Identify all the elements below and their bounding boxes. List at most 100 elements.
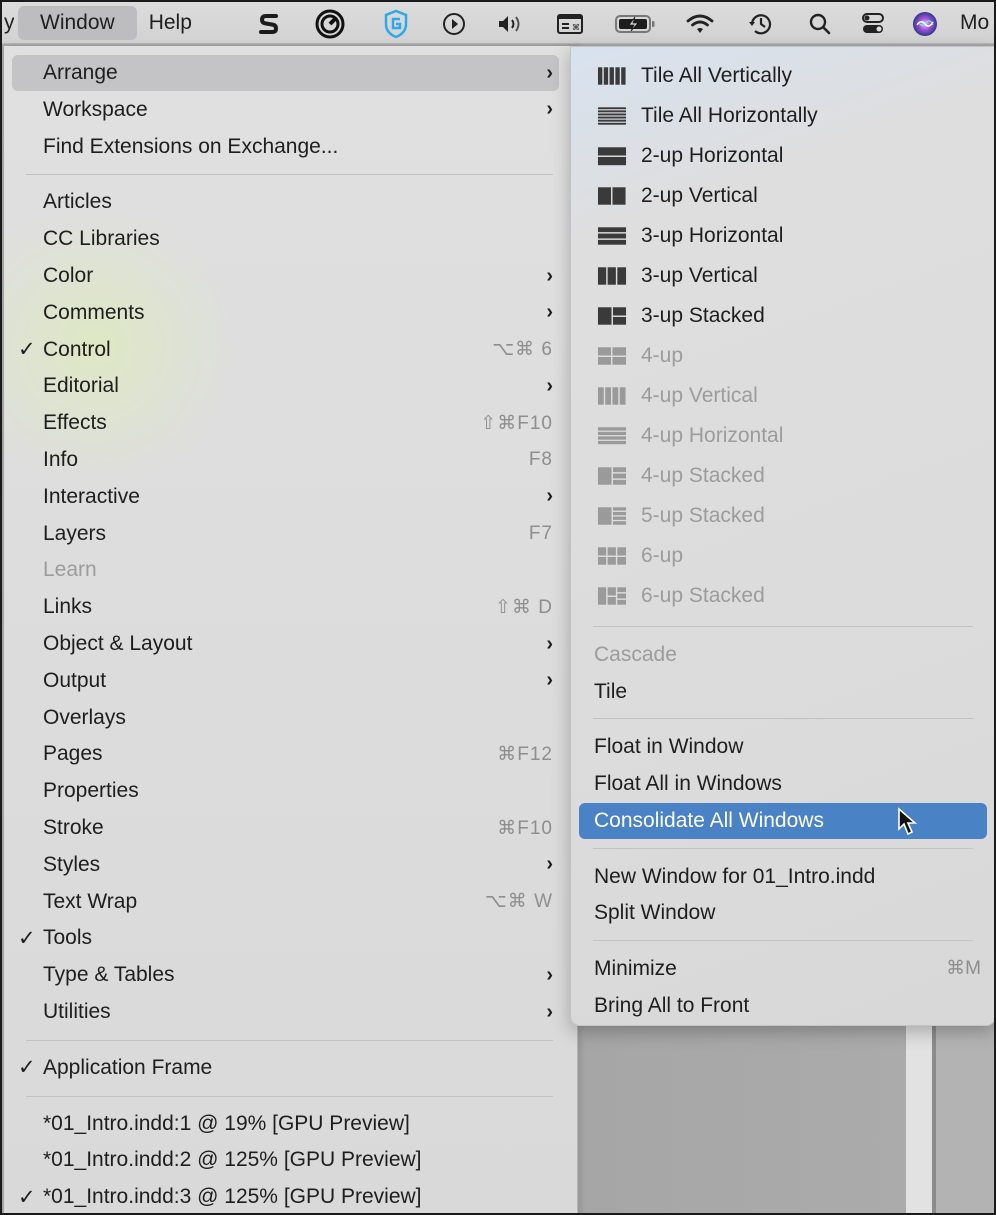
wifi-icon[interactable] <box>685 10 715 38</box>
submenu-item-tile[interactable]: Tile <box>579 674 987 710</box>
menu-item-find-extensions-on-exchange[interactable]: Find Extensions on Exchange... <box>12 129 559 165</box>
5up-stacked-icon <box>597 507 627 525</box>
menubar-item-truncated[interactable]: y <box>2 11 14 35</box>
shortcut-label: ⌥⌘ 6 <box>492 339 553 361</box>
menu-item-interactive[interactable]: Interactive › <box>12 479 559 515</box>
menu-item-styles[interactable]: Styles › <box>12 847 559 883</box>
menu-item-info[interactable]: Info F8 <box>12 442 559 478</box>
shortcut-label: F7 <box>528 522 553 544</box>
submenu-item-float-all-in-windows[interactable]: Float All in Windows <box>579 766 987 802</box>
keyboard-shortcut-icon[interactable]: ⌘ <box>555 10 585 38</box>
submenu-item-split-window[interactable]: Split Window <box>579 895 987 931</box>
menu-item-arrange[interactable]: Arrange › <box>12 55 559 91</box>
menubar-trailing-text[interactable]: Mo <box>960 11 989 35</box>
menu-item-output[interactable]: Output › <box>12 663 559 699</box>
menu-item-color[interactable]: Color › <box>12 258 559 294</box>
submenu-item-3-up-horizontal[interactable]: 3-up Horizontal <box>579 218 987 254</box>
menu-item-cc-libraries[interactable]: CC Libraries <box>12 221 559 257</box>
checkmark-icon: ✓ <box>18 1056 36 1080</box>
menu-item-label: Find Extensions on Exchange... <box>43 134 339 158</box>
menu-item-01-intro-indd-3-125-gpu-preview[interactable]: ✓ *01_Intro.indd:3 @ 125% [GPU Preview] <box>12 1179 559 1213</box>
menu-item-effects[interactable]: Effects ⇧⌘F10 <box>12 405 559 441</box>
menu-item-application-frame[interactable]: ✓ Application Frame <box>12 1050 559 1086</box>
chevron-right-icon: › <box>546 61 553 84</box>
menu-item-type-tables[interactable]: Type & Tables › <box>12 957 559 993</box>
3up-stacked-icon <box>597 307 627 325</box>
submenu-item-minimize[interactable]: Minimize ⌘M <box>579 951 987 987</box>
3up-horizontal-icon <box>597 227 627 245</box>
menu-item-control[interactable]: ✓ Control ⌥⌘ 6 <box>12 332 559 368</box>
submenu-item-4-up-horizontal: 4-up Horizontal <box>579 418 987 454</box>
menu-item-tools[interactable]: ✓ Tools <box>12 920 559 956</box>
menu-item-label: Arrange <box>43 61 118 84</box>
submenu-item-label: Tile All Horizontally <box>641 104 818 127</box>
submenu-item-label: 4-up Stacked <box>641 464 765 487</box>
menu-item-label: Application Frame <box>43 1055 213 1079</box>
submenu-item-new-window-for-01-intro-indd[interactable]: New Window for 01_Intro.indd <box>579 859 987 895</box>
menu-item-text-wrap[interactable]: Text Wrap ⌥⌘ W <box>12 884 559 920</box>
submenu-item-label: 4-up <box>641 344 684 367</box>
submenu-item-2-up-vertical[interactable]: 2-up Vertical <box>579 178 987 214</box>
menu-item-overlays[interactable]: Overlays <box>12 700 559 736</box>
scrollbar-track[interactable] <box>906 1022 932 1213</box>
submenu-item-label: Cascade <box>594 643 677 666</box>
submenu-item-label: New Window for 01_Intro.indd <box>594 864 876 888</box>
submenu-item-consolidate-all-windows[interactable]: Consolidate All Windows <box>579 802 987 839</box>
chevron-right-icon: › <box>546 301 553 324</box>
menu-item-layers[interactable]: Layers F7 <box>12 516 559 552</box>
menu-item-01-intro-indd-1-19-gpu-preview[interactable]: *01_Intro.indd:1 @ 19% [GPU Preview] <box>12 1106 559 1142</box>
menu-item-label: Links <box>43 595 93 619</box>
battery-charging-icon[interactable] <box>614 10 656 38</box>
submenu-item-label: 6-up <box>641 544 684 567</box>
window-menu: Arrange › Workspace › Find Extensions on Exc… <box>4 46 578 1213</box>
target-circle-icon[interactable] <box>315 9 345 39</box>
play-circle-icon[interactable] <box>439 10 469 38</box>
time-machine-icon[interactable] <box>746 10 776 38</box>
menu-item-label: Info <box>43 448 79 471</box>
scrivener-s-icon[interactable] <box>254 10 284 38</box>
submenu-item-label: Tile <box>594 679 628 703</box>
menu-item-object-layout[interactable]: Object & Layout › <box>12 626 559 662</box>
siri-icon[interactable] <box>910 10 940 38</box>
chevron-right-icon: › <box>546 374 553 397</box>
menu-item-label: Type & Tables <box>43 963 175 987</box>
menu-item-comments[interactable]: Comments › <box>12 295 559 331</box>
submenu-item-tile-all-horizontally[interactable]: Tile All Horizontally <box>579 98 987 134</box>
shortcut-label: ⌘F10 <box>497 817 553 839</box>
chevron-right-icon: › <box>546 1000 553 1023</box>
menu-item-utilities[interactable]: Utilities › <box>12 994 559 1030</box>
submenu-item-label: 2-up Horizontal <box>641 144 784 167</box>
submenu-item-bring-all-to-front[interactable]: Bring All to Front <box>579 988 987 1024</box>
volume-icon[interactable] <box>496 10 526 38</box>
menu-item-properties[interactable]: Properties <box>12 773 559 809</box>
menubar-item-window[interactable]: Window <box>18 5 137 40</box>
menu-item-editorial[interactable]: Editorial › <box>12 368 559 404</box>
menu-separator <box>26 1095 553 1097</box>
submenu-item-label: 6-up Stacked <box>641 584 765 607</box>
menu-item-01-intro-indd-2-125-gpu-preview[interactable]: *01_Intro.indd:2 @ 125% [GPU Preview] <box>12 1142 559 1178</box>
4up-icon <box>597 347 627 365</box>
control-center-icon[interactable] <box>858 10 888 38</box>
menu-item-stroke[interactable]: Stroke ⌘F10 <box>12 810 559 846</box>
submenu-item-3-up-vertical[interactable]: 3-up Vertical <box>579 258 987 294</box>
menu-item-label: Control <box>43 337 111 361</box>
submenu-item-label: Consolidate All Windows <box>594 808 824 832</box>
spotlight-search-icon[interactable] <box>805 10 835 38</box>
submenu-item-tile-all-vertically[interactable]: Tile All Vertically <box>579 58 987 94</box>
menu-item-pages[interactable]: Pages ⌘F12 <box>12 736 559 772</box>
tile-all-vertically-icon <box>597 67 626 85</box>
submenu-item-float-in-window[interactable]: Float in Window <box>579 729 987 765</box>
menu-item-label: Articles <box>43 190 112 214</box>
menu-item-workspace[interactable]: Workspace › <box>12 92 559 128</box>
menu-item-label: Styles <box>43 852 101 876</box>
submenu-item-3-up-stacked[interactable]: 3-up Stacked <box>579 298 987 334</box>
menu-item-label: Properties <box>43 779 139 803</box>
menu-item-links[interactable]: Links ⇧⌘ D <box>12 589 559 625</box>
shortcut-label: ⇧⌘ D <box>495 596 553 618</box>
tile-all-horizontally-icon <box>597 107 627 125</box>
menu-item-label: Text Wrap <box>43 889 138 913</box>
shield-g-icon[interactable] <box>381 9 411 39</box>
menubar-item-help[interactable]: Help <box>137 6 214 40</box>
submenu-item-2-up-horizontal[interactable]: 2-up Horizontal <box>579 138 987 174</box>
menu-item-articles[interactable]: Articles <box>12 184 559 220</box>
